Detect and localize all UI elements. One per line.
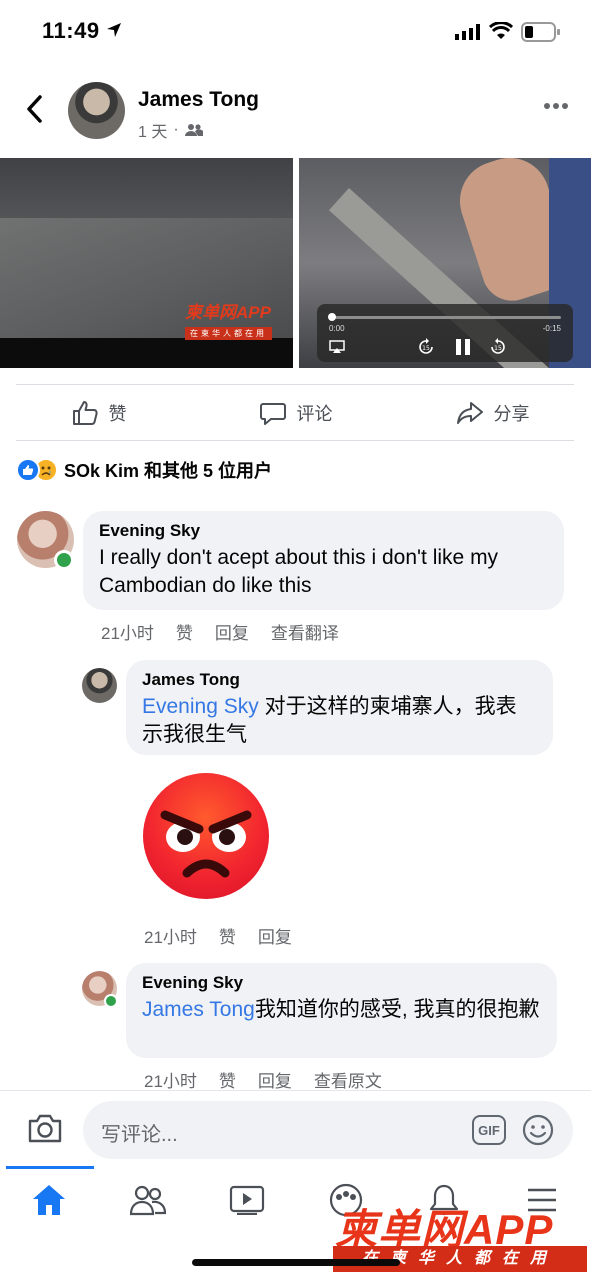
online-status-dot — [54, 550, 74, 570]
gif-button[interactable]: GIF — [472, 1115, 506, 1145]
pause-icon[interactable] — [455, 338, 471, 356]
like-label: 赞 — [108, 404, 127, 424]
video-watermark: 柬单网APP 在柬华人都在用 — [185, 298, 272, 341]
comment-time: 21小时 — [101, 624, 154, 643]
comment-bubble[interactable]: Evening Sky I really don't acept about t… — [83, 511, 564, 610]
online-status-dot — [104, 994, 118, 1008]
reply-text: James Tong我知道你的感受, 我真的很抱歉 — [142, 996, 541, 1024]
player-controls: 0:00 -0:15 15 15 — [317, 304, 573, 362]
comment-meta: 21小时 赞 回复 查看翻译 — [101, 619, 339, 644]
thumbs-up-icon — [72, 401, 98, 425]
friends-icon — [130, 1185, 166, 1216]
active-tab-indicator — [6, 1166, 94, 1169]
like-reaction-icon — [16, 458, 40, 482]
comment-label: 评论 — [296, 404, 333, 424]
share-button[interactable]: 分享 — [394, 386, 591, 440]
back-chevron-icon[interactable] — [22, 94, 48, 124]
rewind-label: 15 — [422, 345, 430, 352]
divider — [16, 384, 574, 385]
post-time[interactable]: 1 天 — [138, 118, 167, 142]
reply-reply-link[interactable]: 回复 — [258, 923, 292, 948]
comment-bubble-icon — [259, 403, 286, 425]
friends-audience-icon — [184, 124, 203, 136]
meta-separator: · — [173, 121, 179, 138]
reply-avatar[interactable] — [82, 668, 117, 703]
status-time: 11:49 — [42, 18, 100, 43]
home-indicator[interactable] — [192, 1259, 400, 1266]
cellular-signal-icon — [455, 24, 480, 40]
comment-like-link[interactable]: 赞 — [176, 619, 193, 644]
reply-like-link[interactable]: 赞 — [219, 923, 236, 948]
reply-text: Evening Sky 对于这样的柬埔寨人，我表示我很生气 — [142, 693, 537, 749]
comment-text: I really don't acept about this i don't … — [99, 546, 499, 597]
progress-knob[interactable] — [328, 313, 336, 321]
post-action-bar: 赞 评论 分享 — [0, 386, 591, 440]
share-label: 分享 — [493, 404, 530, 424]
author-avatar[interactable] — [68, 82, 125, 139]
author-name[interactable]: James Tong — [138, 88, 259, 112]
progress-track[interactable] — [329, 316, 561, 319]
status-bar: 11:49 — [0, 0, 591, 64]
angry-face-icon — [160, 810, 252, 878]
wifi-icon — [489, 22, 513, 39]
see-original-link[interactable]: 查看原文 — [314, 1067, 382, 1092]
reactions-text: SOk Kim 和其他 5 位用户 — [64, 461, 273, 481]
comment-placeholder: 写评论... — [101, 1124, 178, 1146]
reply-time: 21小时 — [144, 1072, 197, 1091]
see-translation-link[interactable]: 查看翻译 — [271, 619, 339, 644]
time-remaining: -0:15 — [542, 324, 561, 333]
airplay-icon[interactable] — [329, 340, 345, 354]
reply-like-link[interactable]: 赞 — [219, 1067, 236, 1092]
video-player[interactable]: 0:00 -0:15 15 15 — [299, 158, 591, 368]
forward-15-icon[interactable]: 15 — [489, 338, 507, 356]
like-button[interactable]: 赞 — [0, 386, 197, 440]
video-play-icon — [229, 1185, 265, 1215]
time-elapsed: 0:00 — [329, 324, 345, 333]
forward-label: 15 — [494, 345, 502, 352]
share-arrow-icon — [456, 402, 483, 424]
reply-author[interactable]: James Tong — [142, 670, 537, 690]
comment-input[interactable]: 写评论... GIF — [83, 1101, 573, 1159]
divider — [16, 440, 574, 441]
home-icon — [33, 1185, 65, 1215]
reply-meta: 21小时 赞 回复 查看原文 — [144, 1067, 382, 1092]
comment-reply-link[interactable]: 回复 — [215, 619, 249, 644]
more-options-icon[interactable] — [543, 102, 569, 110]
reply-reply-link[interactable]: 回复 — [258, 1067, 292, 1092]
emoji-icon[interactable] — [521, 1113, 555, 1147]
reply-bubble[interactable]: James Tong Evening Sky 对于这样的柬埔寨人，我表示我很生气 — [126, 660, 553, 755]
reply-body: 我知道你的感受, 我真的很抱歉 — [254, 998, 540, 1021]
mention-link[interactable]: James Tong — [142, 998, 255, 1021]
camera-icon[interactable] — [27, 1112, 63, 1144]
mention-link[interactable]: Evening Sky — [142, 695, 259, 718]
reply-bubble[interactable]: Evening Sky James Tong我知道你的感受, 我真的很抱歉 — [126, 963, 557, 1058]
reactions-summary[interactable]: SOk Kim 和其他 5 位用户 — [16, 457, 272, 483]
tab-home[interactable] — [29, 1180, 69, 1220]
post-header: James Tong 1 天 · — [0, 72, 591, 152]
video-watermark-slogan: 在柬华人都在用 — [185, 327, 272, 340]
reply-time: 21小时 — [144, 928, 197, 947]
video-thumbnail-left[interactable]: 柬单网APP 在柬华人都在用 — [0, 158, 293, 368]
rewind-15-icon[interactable]: 15 — [417, 338, 435, 356]
location-arrow-icon — [107, 23, 121, 37]
tab-watch[interactable] — [227, 1180, 267, 1220]
post-meta: 1 天 · — [138, 118, 203, 142]
video-watermark-brand: 柬单网APP — [185, 303, 271, 322]
reply-meta: 21小时 赞 回复 — [144, 923, 292, 948]
composer-divider — [0, 1090, 591, 1091]
battery-icon — [521, 22, 560, 42]
comment-button[interactable]: 评论 — [197, 386, 394, 440]
reply-author[interactable]: Evening Sky — [142, 973, 541, 993]
angry-face-sticker — [143, 773, 269, 899]
comment-author[interactable]: Evening Sky — [99, 521, 548, 541]
video-letterbox — [0, 338, 293, 368]
tab-friends[interactable] — [128, 1180, 168, 1220]
